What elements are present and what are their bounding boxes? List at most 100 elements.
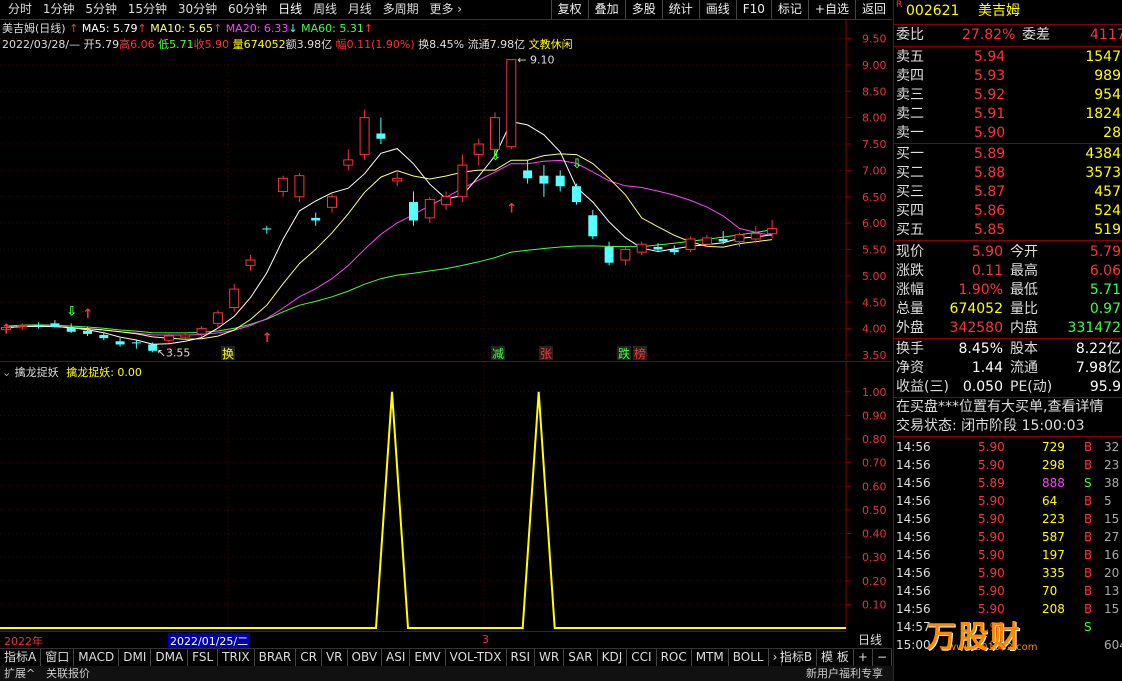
tab-period-60min[interactable]: 60分钟 bbox=[228, 0, 267, 19]
indicator-tab-19[interactable]: ROC bbox=[657, 649, 692, 666]
tab-period-30min[interactable]: 30分钟 bbox=[178, 0, 217, 19]
indicator-tab-16[interactable]: SAR bbox=[564, 649, 598, 666]
stats-button[interactable]: 统计 bbox=[661, 0, 699, 19]
tab-period-daily[interactable]: 日线 bbox=[278, 0, 302, 19]
tab-period-multi[interactable]: 多周期 bbox=[383, 0, 419, 19]
stock-code: 002621 bbox=[906, 3, 960, 19]
indicator-tab-11[interactable]: ASI bbox=[382, 649, 411, 666]
indicator-tab-6[interactable]: TRIX bbox=[218, 649, 255, 666]
bids-row[interactable]: 买四 5.86 524 bbox=[894, 202, 1122, 221]
bids-row[interactable]: 买二 5.88 3573 bbox=[894, 164, 1122, 183]
asks-row[interactable]: 卖一 5.90 28 bbox=[894, 124, 1122, 143]
indicator-tab-18[interactable]: CCI bbox=[627, 649, 657, 666]
indicator-tab-9[interactable]: VR bbox=[322, 649, 348, 666]
indicator-tab-20[interactable]: MTM bbox=[692, 649, 729, 666]
f10-button[interactable]: F10 bbox=[735, 0, 771, 19]
add-favorite-button[interactable]: +自选 bbox=[807, 0, 855, 19]
mark-button[interactable]: 标记 bbox=[770, 0, 808, 19]
bids-row[interactable]: 买一 5.89 4384 bbox=[894, 145, 1122, 164]
candlestick-chart[interactable]: 9.50 9.00 8.50 8.00 7.50 7.00 6.50 6.00 5.50 5.00… bbox=[0, 20, 892, 360]
indicator-tab-5[interactable]: FSL bbox=[188, 649, 219, 666]
big-order-notice[interactable]: 在买盘***位置有大买单,查看详情 bbox=[896, 398, 1103, 417]
stats-cell: 外盘 bbox=[896, 320, 924, 336]
candle bbox=[17, 323, 28, 330]
asks-price: 5.91 bbox=[974, 106, 1006, 122]
fuquan-button[interactable]: 复权 bbox=[550, 0, 588, 19]
indicator-tab-4[interactable]: DMA bbox=[151, 649, 189, 666]
tab-period-weekly[interactable]: 周线 bbox=[313, 0, 337, 19]
tab-period-1min[interactable]: 1分钟 bbox=[43, 0, 75, 19]
sell-arrow-icon: ⇩ bbox=[572, 157, 583, 172]
asks-volume: 954 bbox=[1094, 87, 1121, 103]
indicator-tab-13[interactable]: VOL-TDX bbox=[446, 649, 507, 666]
y-tick-label: 5.50 bbox=[862, 244, 887, 257]
notice-row[interactable]: 在买盘***位置有大买单,查看详情 bbox=[894, 398, 1122, 417]
indicator-tab-12[interactable]: EMV bbox=[410, 649, 446, 666]
stats-cell: 5.79 bbox=[1089, 244, 1121, 260]
tick-row: 14:56 5.90 587 B 27 bbox=[894, 528, 1122, 546]
related-quote-button[interactable]: 关联报价 bbox=[46, 666, 90, 681]
stats-cell: 1.90% bbox=[958, 282, 1003, 298]
tab-period-15min[interactable]: 15分钟 bbox=[128, 0, 167, 19]
asks-label: 卖五 bbox=[896, 49, 924, 65]
candle bbox=[685, 236, 696, 253]
asks-row[interactable]: 卖二 5.91 1824 bbox=[894, 105, 1122, 124]
indicator-tab-15[interactable]: WR bbox=[535, 649, 565, 666]
draw-line-button[interactable]: 画线 bbox=[698, 0, 736, 19]
bids-price: 5.89 bbox=[974, 146, 1006, 162]
tick-cell: 5.90 bbox=[978, 584, 1005, 598]
template-tab[interactable]: 模 板 bbox=[817, 649, 854, 666]
indicator-tab-1[interactable]: 窗口 bbox=[41, 649, 75, 666]
asks-volume: 1547 bbox=[1085, 49, 1121, 65]
indicator-tab-8[interactable]: CR bbox=[296, 649, 322, 666]
asks-row[interactable]: 卖四 5.93 989 bbox=[894, 67, 1122, 86]
candle-body bbox=[50, 323, 60, 328]
candle-body bbox=[196, 328, 207, 335]
tab-period-monthly[interactable]: 月线 bbox=[348, 0, 372, 19]
indicator-tab-0[interactable]: 指标A bbox=[0, 649, 42, 666]
asks-row[interactable]: 卖三 5.92 954 bbox=[894, 86, 1122, 105]
asks-row[interactable]: 卖五 5.94 1547 bbox=[894, 48, 1122, 67]
candle-body bbox=[376, 133, 386, 139]
y-tick-label: 0.20 bbox=[862, 575, 887, 588]
candle-body bbox=[409, 202, 418, 221]
indicator-tab-21[interactable]: BOLL bbox=[729, 649, 769, 666]
bids-label: 买二 bbox=[896, 165, 924, 181]
indicator-chart[interactable]: 1.00 0.90 0.80 0.70 0.60 0.50 0.40 0.30 0.20 0.10 bbox=[0, 362, 892, 630]
tick-cell: 5.90 bbox=[978, 530, 1005, 544]
candle-body bbox=[34, 325, 44, 327]
multi-stock-button[interactable]: 多股 bbox=[624, 0, 662, 19]
stats-cell: 现价 bbox=[896, 244, 924, 260]
tab-period-5min[interactable]: 5分钟 bbox=[85, 0, 117, 19]
indicator-tab-7[interactable]: BRAR bbox=[255, 649, 297, 666]
indicator-tab-17[interactable]: KDJ bbox=[598, 649, 628, 666]
zoom-out-button[interactable]: − bbox=[873, 649, 892, 666]
candle bbox=[131, 340, 141, 349]
stats-cell: 涨幅 bbox=[896, 282, 924, 298]
back-button[interactable]: 返回 bbox=[854, 0, 892, 19]
bids-price: 5.85 bbox=[974, 222, 1006, 238]
trade-state: 交易状态: 闭市阶段 15:00:03 bbox=[896, 418, 1085, 434]
zoom-in-button[interactable]: + bbox=[854, 649, 873, 666]
candle-body bbox=[604, 246, 614, 263]
indicator-tab-3[interactable]: DMI bbox=[119, 649, 152, 666]
indicator-b-tab[interactable]: 指标B bbox=[776, 649, 818, 666]
bids-row[interactable]: 买三 5.87 457 bbox=[894, 183, 1122, 202]
expand-button[interactable]: 扩展^ bbox=[4, 666, 35, 681]
indicator-tab-10[interactable]: OBV bbox=[348, 649, 383, 666]
bids-row[interactable]: 买五 5.85 519 bbox=[894, 221, 1122, 240]
newuser-promo[interactable]: 新用户福利专享 bbox=[806, 666, 883, 681]
signal-label: 换 bbox=[222, 347, 234, 360]
tab-period-fenshi[interactable]: 分时 bbox=[8, 0, 32, 19]
stats-cell: 今开 bbox=[1010, 244, 1038, 260]
tab-period-more[interactable]: 更多 › bbox=[429, 0, 462, 19]
candle bbox=[636, 241, 647, 255]
watermark-url: www.201082.com bbox=[948, 642, 1038, 653]
period-label[interactable]: 日线 bbox=[848, 631, 892, 648]
overlay-button[interactable]: 叠加 bbox=[587, 0, 625, 19]
candle bbox=[343, 149, 354, 171]
indicator-tab-14[interactable]: RSI bbox=[507, 649, 536, 666]
x-label-month: 3 bbox=[482, 633, 489, 646]
tick-cell: 223 bbox=[1042, 512, 1065, 526]
indicator-tab-2[interactable]: MACD bbox=[74, 649, 120, 666]
